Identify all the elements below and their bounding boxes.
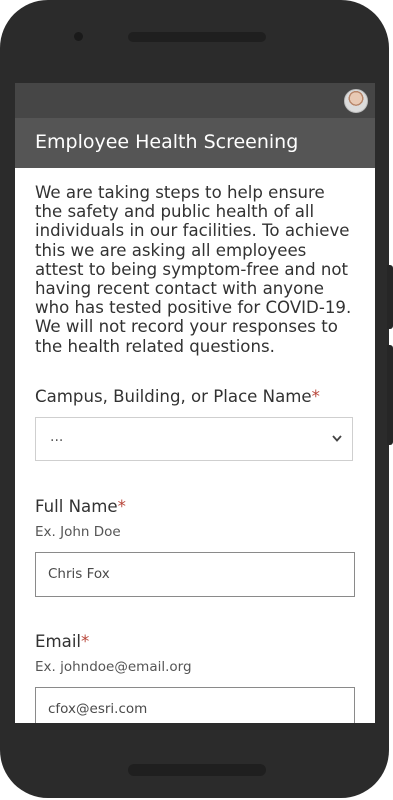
place-field-label: Campus, Building, or Place Name*	[35, 387, 320, 406]
email-value: cfox@esri.com	[48, 701, 148, 717]
place-select[interactable]: ...	[35, 417, 353, 461]
form-body: We are taking steps to help ensure the s…	[35, 183, 357, 356]
full-name-field-label: Full Name*	[35, 497, 126, 516]
email-hint: Ex. johndoe@email.org	[35, 659, 192, 675]
required-marker: *	[117, 497, 126, 516]
avatar[interactable]	[344, 89, 368, 113]
phone-frame: Employee Health Screening We are taking …	[0, 0, 389, 798]
form-description: We are taking steps to help ensure the s…	[35, 183, 352, 356]
full-name-hint: Ex. John Doe	[35, 524, 121, 540]
required-marker: *	[81, 632, 90, 651]
camera-icon	[74, 32, 83, 41]
email-input[interactable]: cfox@esri.com	[35, 687, 355, 723]
top-speaker	[128, 32, 266, 42]
form-header: Employee Health Screening	[15, 118, 375, 168]
app-screen: Employee Health Screening We are taking …	[15, 83, 375, 723]
power-button	[387, 265, 393, 329]
email-field-label: Email*	[35, 632, 90, 651]
chevron-down-icon	[332, 435, 342, 442]
place-select-value: ...	[50, 429, 64, 445]
volume-button	[387, 345, 393, 445]
bottom-speaker	[128, 764, 266, 776]
top-bar	[15, 83, 375, 118]
full-name-input[interactable]: Chris Fox	[35, 552, 355, 597]
required-marker: *	[311, 387, 320, 406]
page-title: Employee Health Screening	[35, 131, 299, 153]
full-name-value: Chris Fox	[48, 566, 110, 582]
